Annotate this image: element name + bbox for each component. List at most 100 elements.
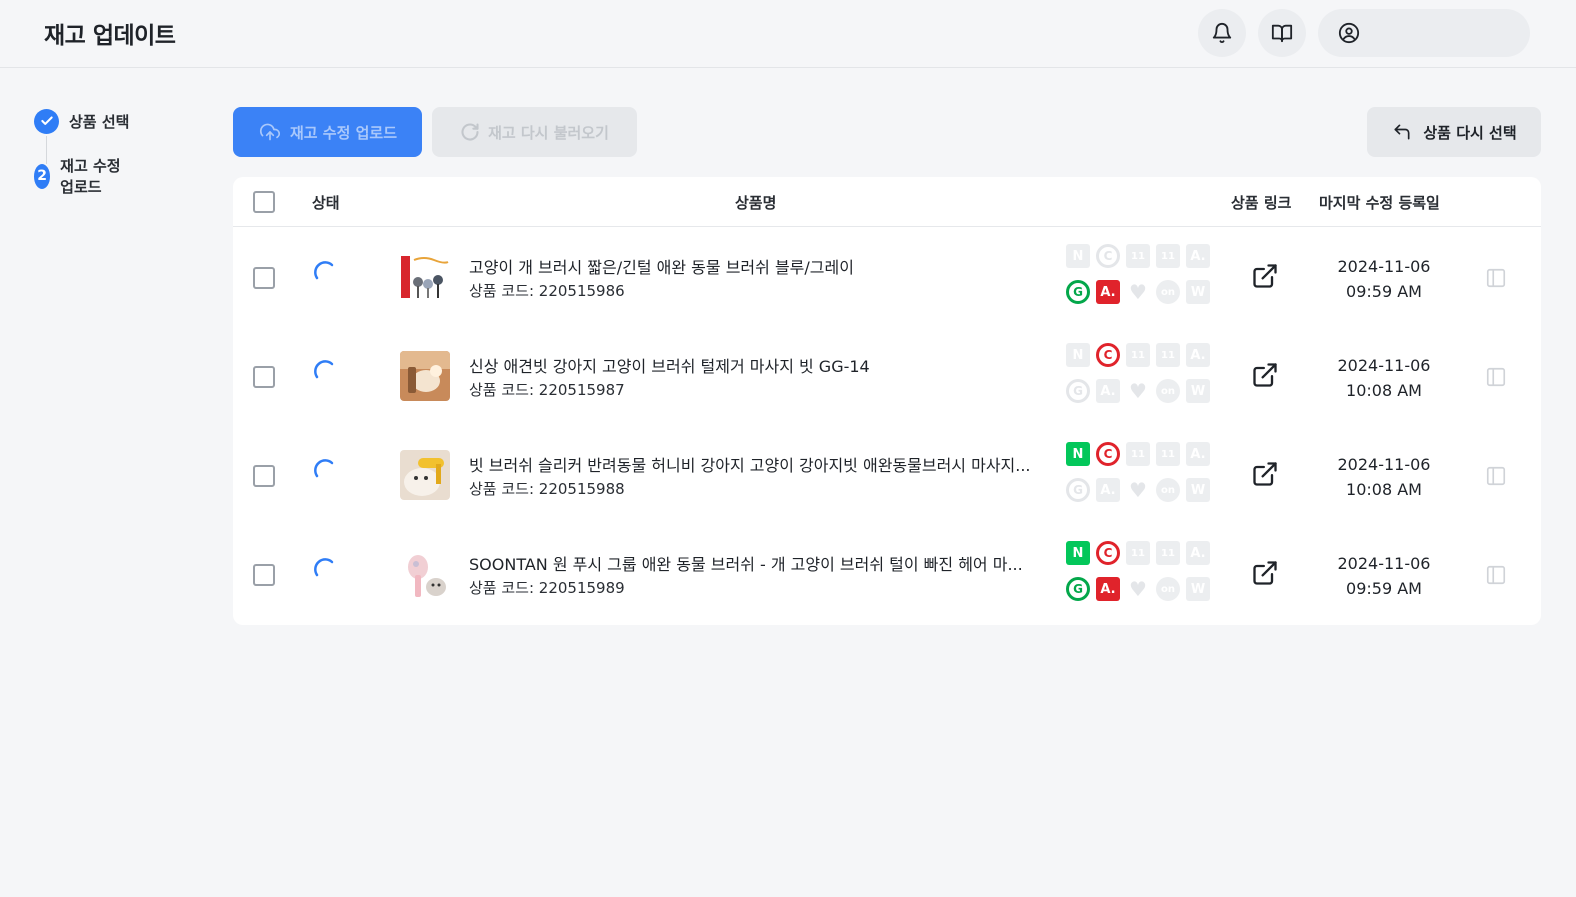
product-table: 상태 상품명 상품 링크 마지막 수정 등록일 고양이 개 브러시 짧은/긴털 … <box>233 177 1541 625</box>
channel-badge-a[interactable]: A. <box>1096 478 1120 502</box>
channel-badge-heart[interactable]: ♥ <box>1126 280 1150 304</box>
channel-badge-c[interactable]: C <box>1096 442 1120 466</box>
channel-badge-n[interactable]: N <box>1066 244 1090 268</box>
channel-badge-11-2[interactable]: 11 <box>1156 244 1180 268</box>
panel-icon[interactable] <box>1485 564 1507 586</box>
last-modified-date: 2024-11-06 09:59 AM <box>1319 254 1449 304</box>
external-link-icon[interactable] <box>1251 559 1279 587</box>
channel-badge-a[interactable]: A. <box>1096 280 1120 304</box>
channel-badge-a-top[interactable]: A. <box>1186 442 1210 466</box>
channel-badges: N C 11 11 A. G A. ♥ on W <box>1066 541 1214 601</box>
product-name: 빗 브러쉬 슬리커 반려동물 허니비 강아지 고양이 강아지빗 애완동물브러시 … <box>469 456 1031 475</box>
top-header: 재고 업데이트 <box>0 0 1576 68</box>
channel-badge-a[interactable]: A. <box>1096 577 1120 601</box>
channel-badge-a-top[interactable]: A. <box>1186 343 1210 367</box>
channel-badges: N C 11 11 A. G A. ♥ on W <box>1066 442 1214 502</box>
channel-badge-on[interactable]: on <box>1156 379 1180 403</box>
panel-icon[interactable] <box>1485 366 1507 388</box>
panel-icon[interactable] <box>1485 267 1507 289</box>
channel-badge-11-1[interactable]: 11 <box>1126 244 1150 268</box>
loading-spinner-icon <box>314 558 334 577</box>
product-code: 상품 코드: 220515989 <box>469 579 625 597</box>
product-code: 상품 코드: 220515988 <box>469 480 625 498</box>
user-menu[interactable] <box>1318 9 1530 57</box>
channel-badge-a-top[interactable]: A. <box>1186 244 1210 268</box>
step-indicator: 상품 선택 2 재고 수정 업로드 <box>34 108 129 196</box>
notification-button[interactable] <box>1198 9 1246 57</box>
channel-badge-11-2[interactable]: 11 <box>1156 343 1180 367</box>
product-thumbnail <box>400 351 450 401</box>
channel-badge-c[interactable]: C <box>1096 244 1120 268</box>
date-value: 2024-11-06 <box>1337 554 1431 573</box>
channel-badge-n[interactable]: N <box>1066 541 1090 565</box>
channel-badges: N C 11 11 A. G A. ♥ on W <box>1066 244 1214 304</box>
channel-badge-n[interactable]: N <box>1066 343 1090 367</box>
table-row: 빗 브러쉬 슬리커 반려동물 허니비 강아지 고양이 강아지빗 애완동물브러시 … <box>233 426 1541 525</box>
product-thumbnail <box>400 450 450 500</box>
channel-badge-on[interactable]: on <box>1156 280 1180 304</box>
channel-badge-heart[interactable]: ♥ <box>1126 577 1150 601</box>
external-link-icon[interactable] <box>1251 361 1279 389</box>
loading-spinner-icon <box>314 459 334 478</box>
channel-badge-g[interactable]: G <box>1066 478 1090 502</box>
channel-badge-w[interactable]: W <box>1186 379 1210 403</box>
return-arrow-icon <box>1394 124 1410 140</box>
header-last-modified: 마지막 수정 등록일 <box>1319 194 1440 212</box>
time-value: 09:59 AM <box>1346 282 1422 301</box>
external-link-icon[interactable] <box>1251 460 1279 488</box>
channel-badge-w[interactable]: W <box>1186 280 1210 304</box>
loading-spinner-icon <box>314 360 334 379</box>
step-select-product: 상품 선택 <box>34 108 129 134</box>
guide-button[interactable] <box>1258 9 1306 57</box>
channel-badge-g[interactable]: G <box>1066 379 1090 403</box>
time-value: 10:08 AM <box>1346 381 1422 400</box>
row-checkbox[interactable] <box>253 366 275 388</box>
channel-badge-c[interactable]: C <box>1096 541 1120 565</box>
channel-badges: N C 11 11 A. G A. ♥ on W <box>1066 343 1214 403</box>
header-status: 상태 <box>312 194 340 212</box>
row-checkbox[interactable] <box>253 267 275 289</box>
header-product-name: 상품명 <box>735 194 777 212</box>
select-all-checkbox[interactable] <box>253 191 275 213</box>
last-modified-date: 2024-11-06 09:59 AM <box>1319 551 1449 601</box>
channel-badge-g[interactable]: G <box>1066 577 1090 601</box>
reload-stock-button[interactable]: 재고 다시 불러오기 <box>432 107 637 157</box>
channel-badge-n[interactable]: N <box>1066 442 1090 466</box>
channel-badge-c[interactable]: C <box>1096 343 1120 367</box>
channel-badge-11-1[interactable]: 11 <box>1126 442 1150 466</box>
channel-badge-a[interactable]: A. <box>1096 379 1120 403</box>
product-name: 신상 애견빗 강아지 고양이 브러쉬 털제거 마사지 빗 GG-14 <box>469 357 870 376</box>
channel-badge-a-top[interactable]: A. <box>1186 541 1210 565</box>
header-product-link: 상품 링크 <box>1231 194 1292 212</box>
channel-badge-heart[interactable]: ♥ <box>1126 478 1150 502</box>
time-value: 09:59 AM <box>1346 579 1422 598</box>
external-link-icon[interactable] <box>1251 262 1279 290</box>
product-thumbnail <box>400 252 450 302</box>
row-checkbox[interactable] <box>253 564 275 586</box>
channel-badge-w[interactable]: W <box>1186 577 1210 601</box>
table-row: 신상 애견빗 강아지 고양이 브러쉬 털제거 마사지 빗 GG-14 상품 코드:… <box>233 327 1541 426</box>
last-modified-date: 2024-11-06 10:08 AM <box>1319 353 1449 403</box>
panel-icon[interactable] <box>1485 465 1507 487</box>
upload-stock-label: 재고 수정 업로드 <box>289 123 398 142</box>
step-label: 재고 수정 업로드 <box>60 157 121 196</box>
date-value: 2024-11-06 <box>1337 455 1431 474</box>
channel-badge-g[interactable]: G <box>1066 280 1090 304</box>
reselect-product-button[interactable]: 상품 다시 선택 <box>1367 107 1541 157</box>
channel-badge-on[interactable]: on <box>1156 577 1180 601</box>
reload-stock-label: 재고 다시 불러오기 <box>488 123 609 142</box>
channel-badge-w[interactable]: W <box>1186 478 1210 502</box>
loading-spinner-icon <box>314 261 334 280</box>
step-label: 상품 선택 <box>69 112 130 131</box>
channel-badge-on[interactable]: on <box>1156 478 1180 502</box>
bell-icon <box>1212 23 1232 44</box>
channel-badge-11-1[interactable]: 11 <box>1126 343 1150 367</box>
channel-badge-11-2[interactable]: 11 <box>1156 541 1180 565</box>
upload-stock-button[interactable]: 재고 수정 업로드 <box>233 107 422 157</box>
row-checkbox[interactable] <box>253 465 275 487</box>
table-row: 고양이 개 브러시 짧은/긴털 애완 동물 브러쉬 블루/그레이 상품 코드: 2… <box>233 228 1541 327</box>
channel-badge-heart[interactable]: ♥ <box>1126 379 1150 403</box>
step-number: 2 <box>34 163 51 189</box>
channel-badge-11-2[interactable]: 11 <box>1156 442 1180 466</box>
channel-badge-11-1[interactable]: 11 <box>1126 541 1150 565</box>
